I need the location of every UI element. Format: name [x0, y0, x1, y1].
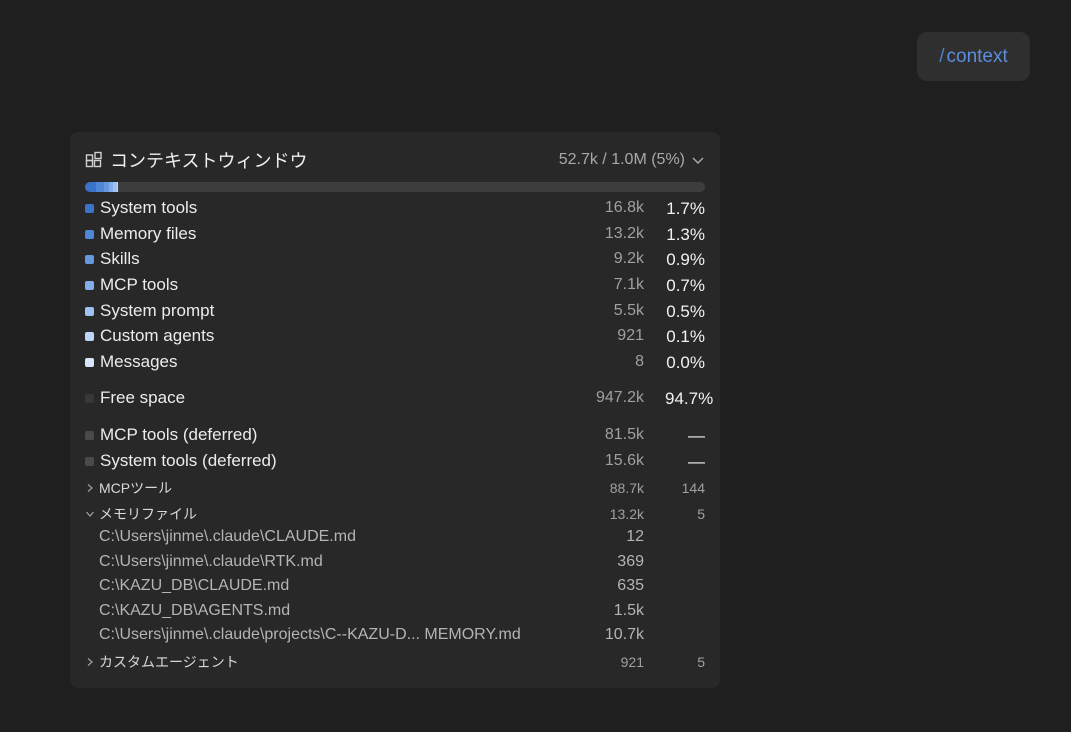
usage-summary: 52.7k / 1.0M (5%) [558, 151, 685, 168]
command-name: context [946, 45, 1008, 67]
row-percent: 0.5% [666, 301, 705, 321]
memory-file-item: C:\KAZU_DB\AGENTS.md 1.5k [99, 600, 644, 622]
row-percent: — [688, 425, 705, 445]
row-value: 15.6k [604, 452, 644, 469]
row-percent: 0.9% [666, 249, 705, 269]
file-tokens: 635 [617, 577, 644, 594]
file-path: C:\KAZU_DB\CLAUDE.md [99, 577, 290, 594]
group-count: 5 [697, 654, 705, 670]
group-count: 144 [681, 480, 705, 496]
row-percent: 1.7% [666, 198, 705, 218]
color-swatch [85, 306, 94, 316]
row-system-prompt: System prompt 5.5k 0.5% [85, 299, 705, 323]
row-messages: Messages 8 0.0% [85, 350, 705, 374]
chevron-down-icon [86, 511, 94, 517]
context-command-chip[interactable]: / context [917, 32, 1030, 81]
usage-bar-segment [85, 182, 96, 192]
command-slash: / [939, 45, 945, 67]
row-value: 947.2k [595, 389, 644, 406]
color-swatch [85, 203, 94, 213]
row-memory-files: Memory files 13.2k 1.3% [85, 222, 705, 246]
row-system-tools: System tools 16.8k 1.7% [85, 196, 705, 220]
memory-file-item: C:\Users\jinme\.claude\projects\C--KAZU-… [99, 624, 644, 646]
row-percent: 0.7% [666, 275, 705, 295]
chevron-right-icon [87, 484, 93, 492]
row-percent: 0.0% [666, 352, 705, 372]
color-swatch [85, 430, 94, 440]
row-system-tools-deferred: System tools (deferred) 15.6k — [85, 449, 705, 473]
color-swatch [85, 456, 94, 466]
row-value: 9.2k [613, 250, 644, 267]
context-window-panel: コンテキストウィンドウ 52.7k / 1.0M (5%) System too… [70, 132, 720, 688]
row-percent: — [688, 451, 705, 471]
blocks-icon [85, 151, 102, 168]
color-swatch [85, 393, 94, 403]
group-label: カスタムエージェント [99, 654, 239, 670]
chevron-down-icon[interactable] [691, 153, 705, 167]
row-value: 5.5k [613, 302, 644, 319]
color-swatch [85, 357, 94, 367]
row-percent: 1.3% [666, 224, 705, 244]
row-percent: 94.7% [665, 388, 714, 408]
usage-progress-bar [85, 182, 705, 192]
color-swatch [85, 229, 94, 239]
color-swatch [85, 280, 94, 290]
group-custom-agents[interactable]: カスタムエージェント 921 5 [85, 651, 705, 673]
row-label: Messages [100, 352, 178, 371]
row-value: 13.2k [604, 225, 644, 242]
file-path: C:\Users\jinme\.claude\projects\C--KAZU-… [99, 626, 521, 643]
panel-header[interactable]: コンテキストウィンドウ 52.7k / 1.0M (5%) [85, 148, 705, 172]
row-free-space: Free space 947.2k 94.7% [85, 376, 714, 420]
group-count: 5 [697, 506, 705, 522]
usage-bar-segment [116, 182, 118, 192]
file-tokens: 1.5k [613, 602, 644, 619]
chevron-right-icon [87, 658, 93, 666]
memory-file-item: C:\KAZU_DB\CLAUDE.md 635 [99, 575, 644, 597]
group-memory-files[interactable]: メモリファイル 13.2k 5 [85, 503, 705, 525]
memory-file-item: C:\Users\jinme\.claude\RTK.md 369 [99, 551, 644, 573]
row-skills: Skills 9.2k 0.9% [85, 247, 705, 271]
group-mcp-tools[interactable]: MCPツール 88.7k 144 [85, 477, 705, 499]
row-mcp-tools-deferred: MCP tools (deferred) 81.5k — [85, 423, 705, 447]
row-mcp-tools: MCP tools 7.1k 0.7% [85, 273, 705, 297]
memory-file-item: C:\Users\jinme\.claude\CLAUDE.md 12 [99, 526, 644, 548]
group-value: 88.7k [609, 480, 644, 496]
color-swatch [85, 331, 94, 341]
color-swatch [85, 254, 94, 264]
panel-title: コンテキストウィンドウ [110, 151, 308, 171]
row-value: 8 [635, 353, 644, 370]
file-path: C:\KAZU_DB\AGENTS.md [99, 602, 291, 619]
row-value: 16.8k [604, 199, 644, 216]
row-custom-agents: Custom agents 921 0.1% [85, 324, 705, 348]
file-path: C:\Users\jinme\.claude\RTK.md [99, 553, 323, 570]
row-value: 81.5k [604, 426, 644, 443]
row-label: Custom agents [100, 326, 215, 345]
file-tokens: 12 [626, 528, 644, 545]
row-percent: 0.1% [666, 326, 705, 346]
file-tokens: 369 [617, 553, 644, 570]
row-value: 7.1k [613, 276, 644, 293]
group-value: 921 [620, 654, 644, 670]
file-path: C:\Users\jinme\.claude\CLAUDE.md [99, 528, 356, 545]
usage-bar-segment [95, 182, 104, 192]
group-value: 13.2k [609, 506, 644, 522]
file-tokens: 10.7k [604, 626, 644, 643]
row-value: 921 [617, 327, 644, 344]
